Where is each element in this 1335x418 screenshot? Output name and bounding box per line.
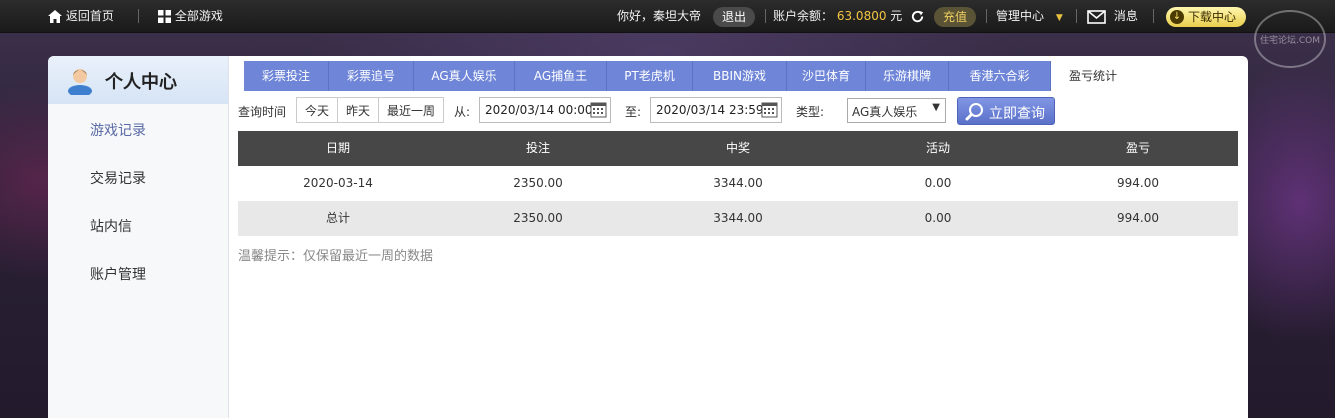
- caret-down-icon: ▼: [1055, 13, 1063, 23]
- divider: [986, 9, 987, 23]
- table-row: 2020-03-14 2350.00 3344.00 0.00 994.00: [238, 166, 1238, 202]
- manage-center-menu[interactable]: 管理中心 ▼: [996, 0, 1063, 32]
- tab-hk-mark-six[interactable]: 香港六合彩: [949, 61, 1051, 91]
- sidebar: 个人中心 游戏记录 交易记录 站内信 账户管理: [48, 56, 229, 418]
- tab-bbin-games[interactable]: BBIN游戏: [693, 61, 787, 91]
- divider: [1076, 9, 1077, 23]
- user-center-panel: 个人中心 游戏记录 交易记录 站内信 账户管理 彩票投注 彩票追号 AG真人娱乐…: [48, 56, 1248, 418]
- tab-ag-live[interactable]: AG真人娱乐: [414, 61, 515, 91]
- column-header-activity: 活动: [925, 141, 950, 155]
- tab-saba-sports[interactable]: 沙巴体育: [787, 61, 866, 91]
- tip-text: 温馨提示：仅保留最近一周的数据: [238, 249, 434, 264]
- greeting-text: 你好，秦坦大帝: [617, 9, 702, 23]
- from-date-value: 2020/03/14 00:00: [485, 103, 593, 117]
- divider: [1153, 9, 1154, 23]
- table-cell: 0.00: [924, 176, 952, 190]
- table-cell: 2350.00: [513, 176, 563, 190]
- table-cell: 总计: [325, 211, 350, 225]
- home-link[interactable]: 返回首页: [48, 0, 114, 32]
- table-cell: 0.00: [924, 211, 952, 225]
- sidebar-item-inbox[interactable]: 站内信: [90, 216, 132, 236]
- logout-button[interactable]: 退出: [713, 6, 756, 27]
- table-cell: 2350.00: [513, 211, 563, 225]
- to-date-input[interactable]: 2020/03/14 23:59: [650, 97, 782, 123]
- top-bar: 返回首页 全部游戏 你好，秦坦大帝 退出 账户余额： 63.0800 元 充值 …: [0, 0, 1335, 33]
- game-type-select[interactable]: AG真人娱乐 ▼: [847, 98, 946, 123]
- last-week-button[interactable]: 最近一周: [378, 97, 444, 123]
- deposit-wrap: 充值: [934, 0, 977, 32]
- tab-pt-slots[interactable]: PT老虎机: [607, 61, 693, 91]
- from-date-input[interactable]: 2020/03/14 00:00: [479, 97, 611, 123]
- table-cell: 994.00: [1117, 176, 1159, 190]
- sidebar-item-transaction-records[interactable]: 交易记录: [90, 168, 146, 188]
- messages-link[interactable]: 消息: [1087, 0, 1138, 32]
- type-label: 类型:: [796, 105, 825, 119]
- calendar-icon[interactable]: [590, 101, 607, 118]
- home-label: 返回首页: [65, 9, 114, 23]
- table-cell: 3344.00: [713, 211, 763, 225]
- all-games-label: 全部游戏: [174, 9, 223, 23]
- refresh-button[interactable]: [910, 0, 925, 32]
- table-total-row: 总计 2350.00 3344.00 0.00 994.00: [238, 201, 1238, 236]
- divider: [765, 9, 766, 23]
- balance-label: 账户余额：: [773, 9, 834, 23]
- grid-icon: [158, 10, 171, 23]
- divider: [138, 9, 139, 23]
- messages-label: 消息: [1113, 9, 1138, 23]
- refresh-icon: [911, 10, 924, 23]
- download-center-button[interactable]: ↓ 下载中心: [1166, 7, 1246, 27]
- download-label: 下载中心: [1188, 10, 1237, 24]
- from-label: 从:: [454, 105, 471, 119]
- logout-wrap: 退出: [713, 0, 756, 32]
- watermark-text: 住宅论坛.COM: [1260, 36, 1320, 46]
- magnifier-icon: [965, 103, 983, 121]
- column-header-date: 日期: [325, 141, 350, 155]
- query-time-label: 查询时间: [238, 105, 287, 119]
- table-header: 日期 投注 中奖 活动 盈亏: [238, 131, 1238, 166]
- search-button[interactable]: 立即查询: [957, 97, 1055, 125]
- sidebar-header: 个人中心: [48, 56, 228, 104]
- table-cell: 3344.00: [713, 176, 763, 190]
- search-button-label: 立即查询: [989, 106, 1045, 122]
- yesterday-button[interactable]: 昨天: [337, 97, 379, 123]
- deposit-button[interactable]: 充值: [934, 6, 977, 27]
- watermark-stamp: 住宅论坛.COM: [1254, 10, 1326, 68]
- table-cell: 994.00: [1117, 211, 1159, 225]
- balance-area: 账户余额： 63.0800 元: [773, 0, 902, 32]
- table-cell: 2020-03-14: [303, 176, 373, 190]
- tab-leyou-chess[interactable]: 乐游棋牌: [866, 61, 949, 91]
- to-label: 至:: [625, 105, 642, 119]
- tab-lottery-bets[interactable]: 彩票投注: [244, 61, 329, 91]
- calendar-icon[interactable]: [761, 101, 778, 118]
- game-type-value: AG真人娱乐: [852, 105, 918, 119]
- sidebar-title: 个人中心: [105, 72, 177, 93]
- tab-ag-fishing[interactable]: AG捕鱼王: [515, 61, 607, 91]
- download-arrow-icon: ↓: [1170, 10, 1184, 24]
- tab-lottery-chase[interactable]: 彩票追号: [329, 61, 414, 91]
- balance-value: 63.0800: [836, 9, 887, 23]
- sidebar-item-game-records[interactable]: 游戏记录: [90, 120, 146, 140]
- home-icon: [48, 10, 62, 23]
- column-header-profit-loss: 盈亏: [1125, 141, 1150, 155]
- today-button[interactable]: 今天: [296, 97, 338, 123]
- envelope-icon: [1087, 9, 1106, 24]
- user-avatar-icon: [68, 69, 92, 95]
- to-date-value: 2020/03/14 23:59: [656, 103, 764, 117]
- balance-unit: 元: [890, 9, 903, 23]
- select-arrow-icon: ▼: [932, 102, 940, 113]
- column-header-win: 中奖: [725, 141, 750, 155]
- tab-profit-loss[interactable]: 盈亏统计: [1051, 61, 1135, 91]
- all-games-link[interactable]: 全部游戏: [158, 0, 223, 32]
- sidebar-item-account-management[interactable]: 账户管理: [90, 264, 146, 284]
- manage-label: 管理中心: [996, 9, 1045, 23]
- column-header-bet: 投注: [525, 141, 550, 155]
